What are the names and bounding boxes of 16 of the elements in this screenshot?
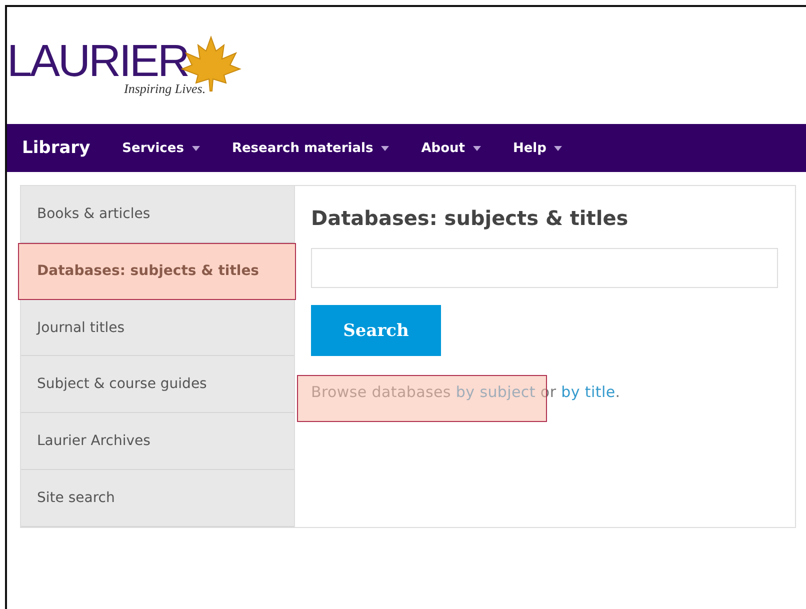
logo-tagline: Inspiring Lives.: [124, 81, 207, 97]
page-heading: Databases: subjects & titles: [311, 206, 630, 230]
sidebar-item[interactable]: Subject & course guides: [21, 356, 294, 414]
sidebar-item[interactable]: Site search: [21, 470, 294, 527]
logo-wordmark: LAURIER: [7, 38, 188, 83]
nav-menu-item[interactable]: Research materials: [232, 140, 390, 156]
search-button[interactable]: Search: [311, 305, 441, 356]
sidebar-item[interactable]: Databases: subjects & titles: [18, 242, 296, 300]
browse-link[interactable]: by title: [561, 383, 616, 401]
nav-menu-item[interactable]: Help: [512, 140, 562, 156]
sidebar-item[interactable]: Journal titles: [21, 300, 294, 356]
nav-menu-item[interactable]: Services: [122, 140, 200, 156]
nav-menu-item[interactable]: About: [421, 140, 481, 156]
search-field[interactable]: [311, 248, 778, 288]
sidebar-item[interactable]: Laurier Archives: [21, 413, 294, 470]
nav-title[interactable]: Library: [22, 138, 90, 158]
